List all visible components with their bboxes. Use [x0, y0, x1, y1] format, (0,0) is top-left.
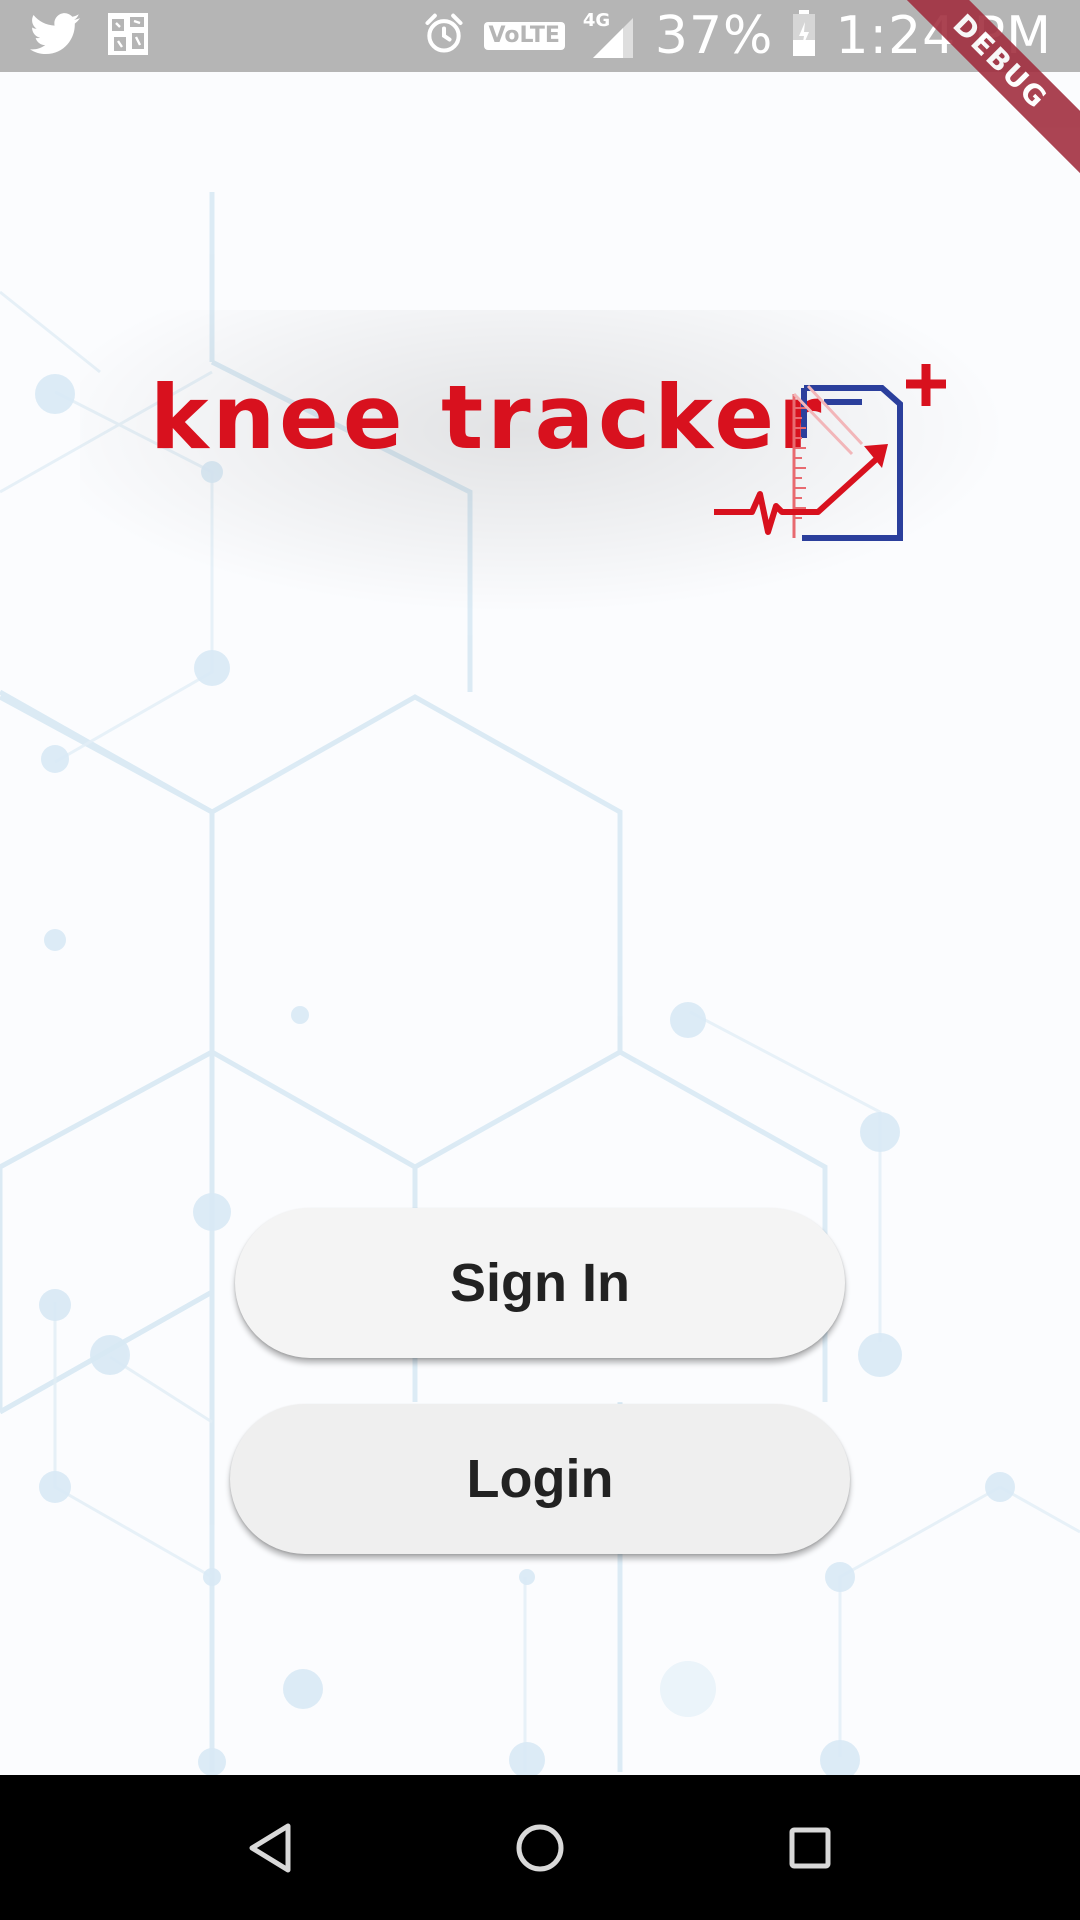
alarm-icon — [422, 12, 466, 61]
signal-icon: 4G — [583, 10, 637, 60]
volte-icon: VoLTE — [483, 22, 565, 50]
sign-in-button[interactable]: Sign In — [235, 1208, 845, 1358]
app-logo: knee tracker — [80, 310, 1000, 610]
battery-percent: 37% — [654, 6, 774, 66]
navigation-bar — [0, 1775, 1080, 1920]
home-icon[interactable] — [495, 1803, 585, 1893]
back-icon[interactable] — [225, 1803, 315, 1893]
recents-icon[interactable] — [765, 1803, 855, 1893]
clipboard-chart-icon — [714, 364, 946, 541]
battery-icon — [791, 9, 817, 63]
login-button[interactable]: Login — [230, 1404, 850, 1554]
status-bar-notifications — [30, 10, 150, 62]
app-screen: VoLTE 4G 37% 1:24 PM DEBUG knee tracker … — [0, 0, 1080, 1920]
twitter-icon — [30, 12, 80, 60]
gallery-icon — [106, 11, 150, 62]
